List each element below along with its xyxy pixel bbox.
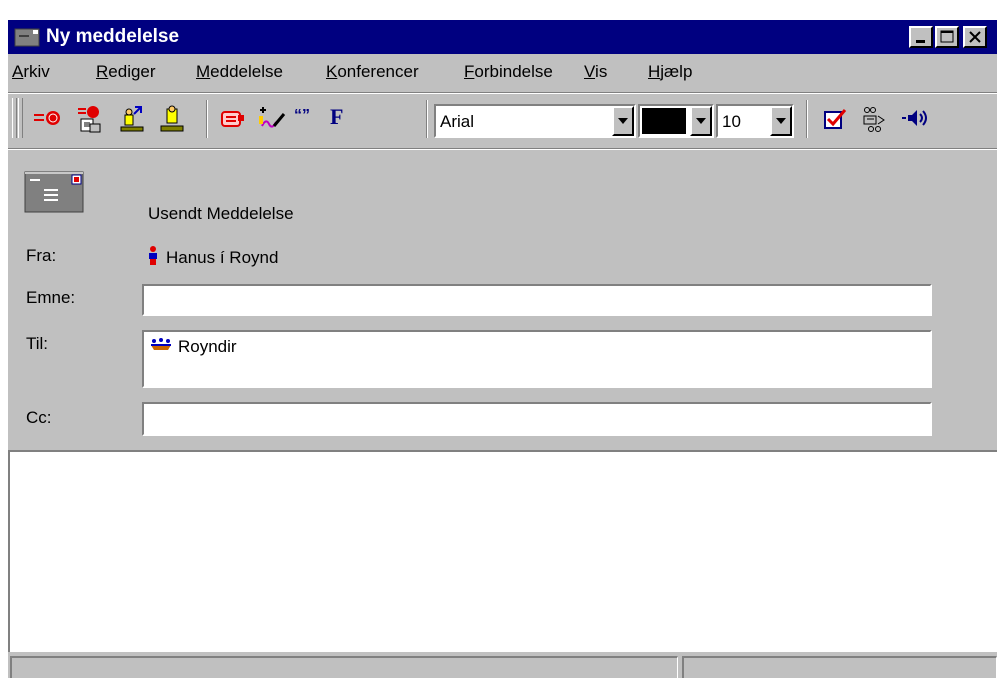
window-icon bbox=[14, 26, 42, 48]
toolbar-bottom-divider bbox=[8, 148, 997, 150]
attach-icon[interactable] bbox=[218, 104, 246, 132]
person-icon bbox=[148, 246, 158, 271]
menu-konferencer[interactable]: Konferencer bbox=[326, 62, 419, 82]
menu-forbindelse[interactable]: Forbindelse bbox=[464, 62, 553, 82]
title-bar[interactable]: Ny meddelelse bbox=[8, 20, 997, 54]
chevron-down-icon[interactable] bbox=[612, 106, 634, 136]
menu-hjaelp[interactable]: Hjælp bbox=[648, 62, 692, 82]
menu-rediger[interactable]: Rediger bbox=[96, 62, 156, 82]
to-label: Til: bbox=[26, 334, 49, 353]
group-icon bbox=[150, 337, 172, 357]
status-pane-secondary bbox=[682, 656, 997, 678]
signature-icon[interactable] bbox=[256, 104, 286, 132]
font-size-value: 10 bbox=[722, 112, 741, 131]
address-book-icon[interactable] bbox=[118, 104, 146, 132]
recipient-name: Royndir bbox=[178, 337, 237, 356]
status-bar bbox=[8, 654, 997, 678]
font-size-select[interactable]: 10 bbox=[716, 104, 794, 138]
chevron-down-icon[interactable] bbox=[770, 106, 792, 136]
speaker-icon[interactable] bbox=[900, 104, 928, 132]
maximize-button[interactable] bbox=[935, 26, 959, 48]
toolbar-grip-2[interactable] bbox=[18, 98, 23, 138]
font-name-value: Arial bbox=[440, 112, 475, 131]
recipient-chip[interactable]: Royndir bbox=[150, 337, 237, 357]
from-label: Fra: bbox=[26, 246, 57, 265]
to-input[interactable]: Royndir bbox=[142, 330, 932, 388]
send-icon[interactable] bbox=[32, 104, 60, 132]
subject-input[interactable] bbox=[142, 284, 932, 316]
subject-label: Emne: bbox=[26, 288, 76, 307]
font-name-select[interactable]: Arial bbox=[434, 104, 636, 138]
toolbar-separator bbox=[426, 100, 428, 138]
window-title: Ny meddelelse bbox=[46, 26, 180, 47]
toolbar-grip[interactable] bbox=[12, 98, 17, 138]
envelope-icon bbox=[24, 170, 86, 214]
check-names-icon[interactable] bbox=[158, 104, 186, 132]
toolbar-top-divider bbox=[8, 92, 997, 94]
message-body[interactable] bbox=[8, 450, 997, 652]
status-pane-main bbox=[10, 656, 678, 678]
bold-icon[interactable]: F bbox=[330, 104, 358, 132]
cc-input[interactable] bbox=[142, 402, 932, 436]
font-color-select[interactable] bbox=[638, 104, 714, 138]
close-button[interactable] bbox=[963, 26, 987, 48]
font-color-swatch bbox=[642, 108, 686, 134]
cc-label: Cc: bbox=[26, 408, 52, 427]
message-status: Usendt Meddelelse bbox=[148, 204, 294, 223]
compose-window: Ny meddelelse Arkiv Rediger Meddelelse K… bbox=[8, 20, 997, 678]
menu-arkiv[interactable]: Arkiv bbox=[12, 62, 50, 82]
menu-meddelelse[interactable]: Meddelelse bbox=[196, 62, 283, 82]
chevron-down-icon[interactable] bbox=[690, 106, 712, 136]
toolbar: “” F Arial 10 bbox=[8, 96, 997, 144]
from-value: Hanus í Roynd bbox=[166, 248, 279, 267]
menu-vis[interactable]: Vis bbox=[584, 62, 607, 82]
toolbar-separator bbox=[206, 100, 208, 138]
quote-icon[interactable]: “” bbox=[294, 107, 322, 135]
translate-icon[interactable] bbox=[860, 104, 888, 132]
menu-bar: Arkiv Rediger Meddelelse Konferencer For… bbox=[8, 58, 997, 88]
send-later-icon[interactable] bbox=[76, 104, 104, 133]
from-field: Hanus í Roynd bbox=[148, 246, 278, 271]
spell-check-icon[interactable] bbox=[820, 104, 848, 132]
toolbar-separator bbox=[806, 100, 808, 138]
minimize-button[interactable] bbox=[909, 26, 933, 48]
